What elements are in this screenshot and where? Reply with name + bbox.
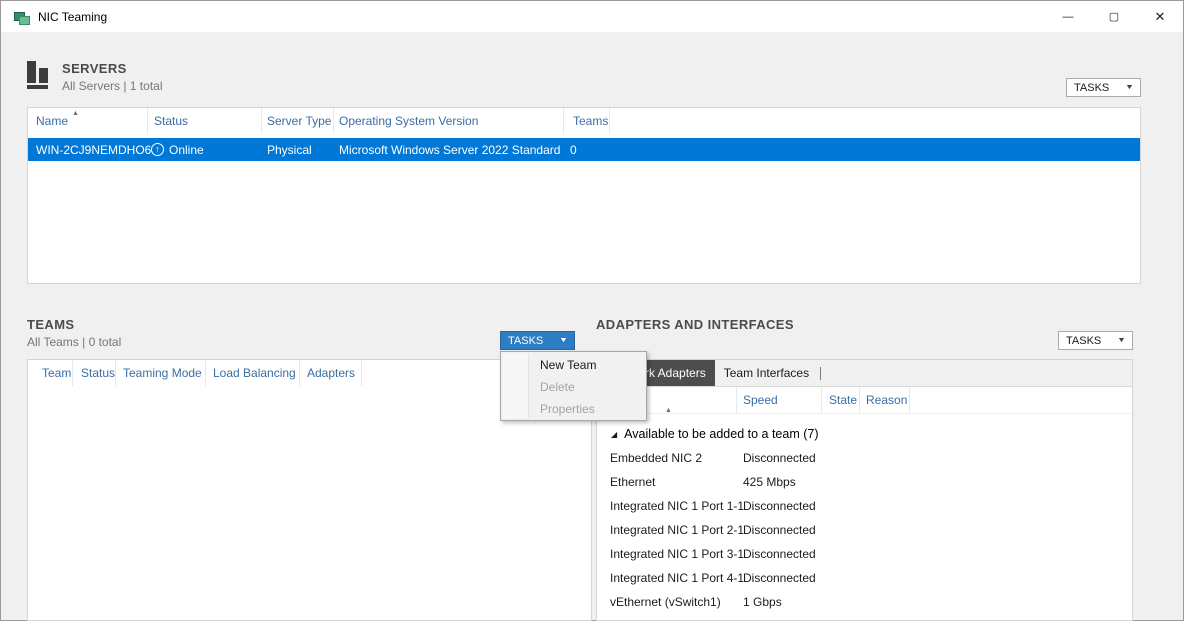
servers-heading: SERVERS xyxy=(62,61,163,76)
server-os-version: Microsoft Windows Server 2022 Standard xyxy=(334,143,566,157)
server-status: Online xyxy=(169,143,204,157)
servers-col-name[interactable]: Name ▲ xyxy=(28,108,148,134)
close-icon[interactable]: ✕ xyxy=(1137,1,1183,32)
teams-col-team[interactable]: Team xyxy=(28,360,73,386)
adapter-speed: 1 Gbps xyxy=(737,595,782,609)
maximize-icon[interactable]: ▢ xyxy=(1091,1,1137,32)
servers-col-status[interactable]: Status xyxy=(148,108,262,134)
menu-item-delete: Delete xyxy=(501,376,646,398)
adapter-speed: 425 Mbps xyxy=(737,475,796,489)
minimize-icon[interactable]: — xyxy=(1045,1,1091,32)
servers-table: Name ▲ Status Server Type Operating Syst… xyxy=(27,107,1141,284)
adapters-col-speed[interactable]: Speed xyxy=(737,387,822,414)
servers-tasks-button[interactable]: TASKS ▼ xyxy=(1066,78,1141,97)
servers-section-header: SERVERS All Servers | 1 total xyxy=(27,61,163,93)
server-row-selected[interactable]: WIN-2CJ9NEMDHO6 ↑ Online Physical Micros… xyxy=(28,138,1140,161)
adapter-speed: Disconnected xyxy=(737,499,816,513)
adapters-group-row[interactable]: ◢ Available to be added to a team (7) xyxy=(597,422,1132,446)
teams-col-teaming-mode[interactable]: Teaming Mode xyxy=(116,360,206,386)
window-title: NIC Teaming xyxy=(38,10,107,24)
adapters-heading: ADAPTERS AND INTERFACES xyxy=(596,317,794,332)
adapter-speed: Disconnected xyxy=(737,547,816,561)
sort-asc-icon: ▲ xyxy=(72,101,79,127)
server-teams-count: 0 xyxy=(566,143,577,157)
adapter-name: vEthernet (vSwitch1) xyxy=(597,595,737,609)
group-label: Available to be added to a team (7) xyxy=(624,427,818,441)
adapter-row[interactable]: Integrated NIC 1 Port 4-1 Disconnected xyxy=(597,566,1132,590)
adapter-row[interactable]: vEthernet (vSwitch1) 1 Gbps xyxy=(597,590,1132,614)
tab-team-interfaces[interactable]: Team Interfaces xyxy=(715,360,818,386)
adapter-name: Integrated NIC 1 Port 3-1 xyxy=(597,547,737,561)
title-bar: NIC Teaming — ▢ ✕ xyxy=(1,1,1183,32)
chevron-down-icon: ▼ xyxy=(1125,84,1134,91)
menu-item-new-team[interactable]: New Team xyxy=(501,354,646,376)
servers-subtitle: All Servers | 1 total xyxy=(62,79,163,93)
servers-icon xyxy=(27,61,51,89)
adapter-speed: Disconnected xyxy=(737,571,816,585)
adapter-name: Integrated NIC 1 Port 2-1 xyxy=(597,523,737,537)
adapter-speed: Disconnected xyxy=(737,523,816,537)
teams-section-header: TEAMS All Teams | 0 total xyxy=(27,317,121,349)
adapters-table-header: ▲ Speed State Reason xyxy=(597,387,1132,414)
adapter-row[interactable]: Ethernet 425 Mbps xyxy=(597,470,1132,494)
teams-tasks-label: TASKS xyxy=(508,335,543,347)
servers-col-teams[interactable]: Teams xyxy=(564,108,610,134)
adapter-row[interactable]: Integrated NIC 1 Port 3-1 Disconnected xyxy=(597,542,1132,566)
chevron-down-icon: ▼ xyxy=(1117,337,1126,344)
adapter-name: Integrated NIC 1 Port 4-1 xyxy=(597,571,737,585)
adapters-tasks-label: TASKS xyxy=(1066,335,1101,347)
server-status-cell: ↑ Online xyxy=(148,143,262,157)
app-icon xyxy=(14,9,30,25)
teams-col-adapters[interactable]: Adapters xyxy=(300,360,362,386)
nic-teaming-window: NIC Teaming — ▢ ✕ SERVERS All Servers | … xyxy=(0,0,1184,621)
adapter-name: Ethernet xyxy=(597,475,737,489)
teams-col-load-balancing[interactable]: Load Balancing xyxy=(206,360,300,386)
window-controls: — ▢ ✕ xyxy=(1045,1,1183,32)
adapter-row[interactable]: Embedded NIC 2 Disconnected xyxy=(597,446,1132,470)
adapter-speed: Disconnected xyxy=(737,451,816,465)
servers-col-os-version[interactable]: Operating System Version xyxy=(334,108,564,134)
group-expanded-icon: ◢ xyxy=(611,430,617,439)
adapters-panel: Network Adapters Team Interfaces ▲ Speed… xyxy=(596,359,1133,621)
teams-subtitle: All Teams | 0 total xyxy=(27,335,121,349)
adapter-row[interactable]: Integrated NIC 1 Port 2-1 Disconnected xyxy=(597,518,1132,542)
teams-tasks-button[interactable]: TASKS ▼ xyxy=(500,331,575,350)
chevron-down-icon: ▼ xyxy=(559,337,568,344)
servers-col-server-type[interactable]: Server Type xyxy=(262,108,334,134)
servers-table-header: Name ▲ Status Server Type Operating Syst… xyxy=(28,108,1140,134)
adapters-tabbar: Network Adapters Team Interfaces xyxy=(597,360,1132,387)
teams-tasks-menu: New Team Delete Properties xyxy=(500,351,647,421)
adapter-name: Integrated NIC 1 Port 1-1 xyxy=(597,499,737,513)
server-name: WIN-2CJ9NEMDHO6 xyxy=(28,143,148,157)
adapters-col-reason[interactable]: Reason xyxy=(860,387,910,414)
adapter-name: Embedded NIC 2 xyxy=(597,451,737,465)
adapters-col-state[interactable]: State xyxy=(822,387,860,414)
status-up-icon: ↑ xyxy=(151,143,164,156)
server-type: Physical xyxy=(262,143,334,157)
adapter-row[interactable]: Integrated NIC 1 Port 1-1 Disconnected xyxy=(597,494,1132,518)
tab-divider xyxy=(820,367,821,380)
menu-item-properties: Properties xyxy=(501,398,646,420)
sort-asc-icon: ▲ xyxy=(665,397,672,424)
teams-heading: TEAMS xyxy=(27,317,121,332)
teams-col-status[interactable]: Status xyxy=(73,360,116,386)
servers-tasks-label: TASKS xyxy=(1074,82,1109,94)
adapters-tasks-button[interactable]: TASKS ▼ xyxy=(1058,331,1133,350)
